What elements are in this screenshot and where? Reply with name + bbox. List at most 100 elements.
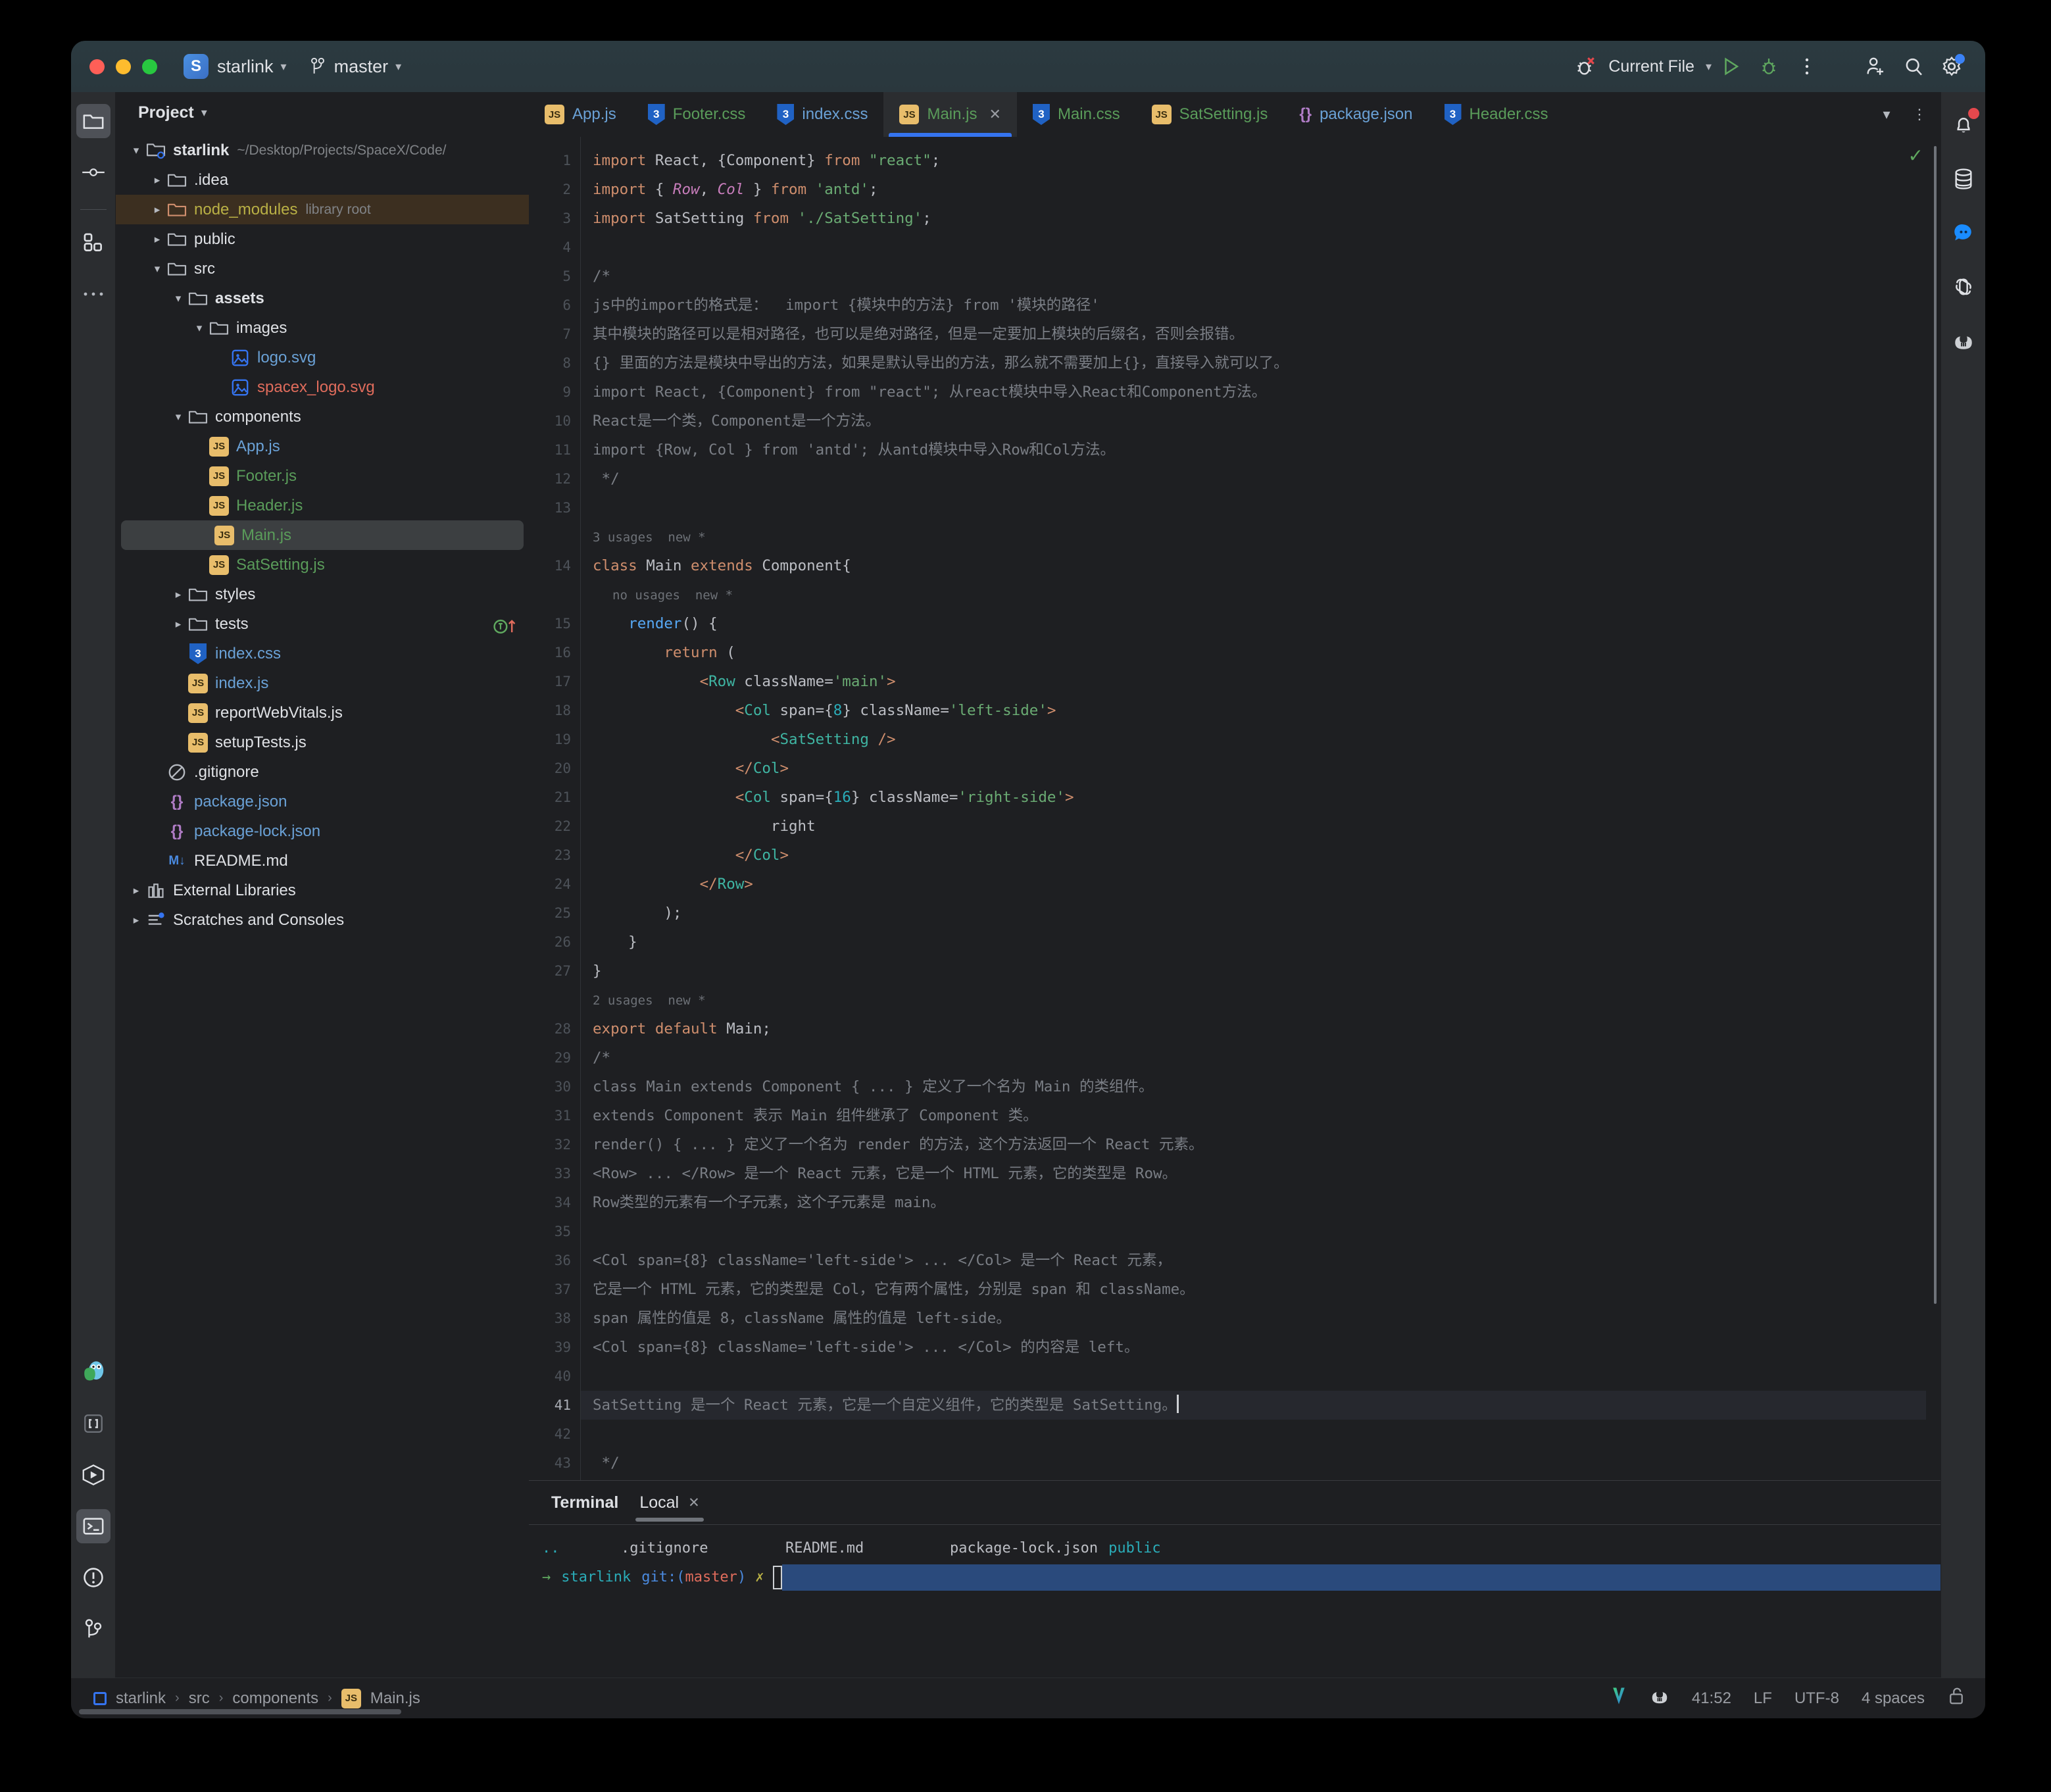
copilot-icon[interactable] — [1945, 322, 1982, 359]
chevron-down-icon[interactable]: ▾ — [1872, 100, 1901, 129]
tree-item-package-lock-json[interactable]: {}package-lock.json — [116, 816, 529, 846]
code-line[interactable]: export default Main; — [593, 1014, 1926, 1043]
tree-item-setuptests-js[interactable]: JSsetupTests.js — [116, 728, 529, 757]
tree-item-satsetting-js[interactable]: JSSatSetting.js — [116, 550, 529, 580]
code-line[interactable]: } — [593, 928, 1926, 957]
editor-tab-footer-css[interactable]: 3Footer.css — [632, 92, 762, 137]
tree-item-idea[interactable]: ▸.idea — [116, 165, 529, 195]
code-line[interactable]: <Col span={8} className='left-side'> — [593, 696, 1926, 725]
tree-item-gitignore[interactable]: .gitignore — [116, 757, 529, 787]
tree-item-footer-js[interactable]: JSFooter.js — [116, 461, 529, 491]
code-line[interactable]: /* — [593, 262, 1926, 291]
code-line[interactable]: span 属性的值是 8，className 属性的值是 left-side。 — [593, 1304, 1926, 1333]
minimize-window-button[interactable] — [116, 59, 131, 74]
breadcrumb[interactable]: starlink › src › components › JS Main.js — [93, 1689, 420, 1708]
close-icon[interactable]: ✕ — [989, 106, 1001, 123]
chevron-down-icon[interactable]: ▾ — [170, 411, 187, 424]
code-line[interactable] — [593, 1362, 1926, 1391]
run-gutter-icon[interactable] — [492, 615, 522, 632]
add-user-icon[interactable] — [1856, 47, 1894, 86]
code-line[interactable]: <SatSetting /> — [593, 725, 1926, 754]
copilot-icon[interactable] — [1650, 1687, 1669, 1709]
run-panel-icon[interactable] — [76, 1458, 111, 1492]
code-line[interactable]: class Main extends Component{ — [593, 551, 1926, 580]
breadcrumb-item-components[interactable]: components — [232, 1689, 318, 1708]
chevron-right-icon[interactable]: ▸ — [149, 174, 166, 187]
code-line[interactable]: render() { — [593, 609, 1926, 638]
brackets-icon[interactable] — [76, 1406, 111, 1441]
tree-item-styles[interactable]: ▸styles — [116, 580, 529, 609]
code-line[interactable] — [593, 1420, 1926, 1449]
code-line[interactable]: </Col> — [593, 754, 1926, 783]
project-icon[interactable] — [76, 104, 111, 138]
tree-item-reportwebvitals-js[interactable]: JSreportWebVitals.js — [116, 698, 529, 728]
debug-icon[interactable] — [1750, 47, 1788, 86]
database-icon[interactable] — [1945, 161, 1982, 197]
tree-item-src[interactable]: ▾src — [116, 254, 529, 284]
code-line[interactable]: import React, {Component} from "react"; … — [593, 378, 1926, 407]
code-line[interactable]: <Col span={8} className='left-side'> ...… — [593, 1246, 1926, 1275]
tree-item-logo-svg[interactable]: logo.svg — [116, 343, 529, 372]
chevron-right-icon[interactable]: ▸ — [128, 884, 145, 897]
code-line[interactable]: <Row> ... </Row> 是一个 React 元素，它是一个 HTML … — [593, 1159, 1926, 1188]
code-line[interactable]: extends Component 表示 Main 组件继承了 Componen… — [593, 1101, 1926, 1130]
tree-item-app-js[interactable]: JSApp.js — [116, 432, 529, 461]
debug-error-icon[interactable] — [1566, 47, 1604, 86]
code-line[interactable]: <Col span={8} className='left-side'> ...… — [593, 1333, 1926, 1362]
project-tree[interactable]: ▾starlink~/Desktop/Projects/SpaceX/Code/… — [116, 133, 529, 1678]
vcs-icon[interactable] — [1610, 1686, 1627, 1710]
tree-item-public[interactable]: ▸public — [116, 224, 529, 254]
editor-tab-package-json[interactable]: {}package.json — [1283, 92, 1428, 137]
tree-item-spacex-logo-svg[interactable]: spacex_logo.svg — [116, 372, 529, 402]
inspection-ok-icon[interactable]: ✓ — [1908, 145, 1923, 166]
tree-item-external-libraries[interactable]: ▸External Libraries — [116, 876, 529, 905]
tree-item-tests[interactable]: ▸tests — [116, 609, 529, 639]
code-line[interactable]: 它是一个 HTML 元素，它的类型是 Col，它有两个属性，分别是 span 和… — [593, 1275, 1926, 1304]
tree-item-readme-md[interactable]: M↓README.md — [116, 846, 529, 876]
code-line[interactable]: */ — [593, 1449, 1926, 1478]
chevron-right-icon[interactable]: ▸ — [149, 203, 166, 216]
code-line[interactable]: render() { ... } 定义了一个名为 render 的方法，这个方法… — [593, 1130, 1926, 1159]
tree-item-scratches-and-consoles[interactable]: ▸Scratches and Consoles — [116, 905, 529, 935]
code-line[interactable]: js中的import的格式是： import {模块中的方法} from '模块… — [593, 291, 1926, 320]
mascot-icon[interactable] — [76, 1355, 111, 1389]
inlay-hint[interactable]: 2 usages new * — [593, 985, 1926, 1014]
maximize-window-button[interactable] — [142, 59, 157, 74]
editor-tab-header-css[interactable]: 3Header.css — [1429, 92, 1564, 137]
terminal-output[interactable]: .. .gitignore README.md package-lock.jso… — [529, 1524, 1940, 1678]
breadcrumb-item-src[interactable]: src — [189, 1689, 210, 1708]
chevron-right-icon[interactable]: ▸ — [170, 618, 187, 631]
chevron-right-icon[interactable]: ▸ — [128, 914, 145, 927]
tree-item-components[interactable]: ▾components — [116, 402, 529, 432]
inlay-hint[interactable]: no usages new * — [593, 580, 1926, 609]
inlay-hint[interactable]: 3 usages new * — [593, 522, 1926, 551]
project-panel-header[interactable]: Project ▾ — [116, 92, 529, 133]
commit-icon[interactable] — [76, 155, 111, 189]
code-line[interactable]: </Col> — [593, 841, 1926, 870]
file-encoding[interactable]: UTF-8 — [1794, 1689, 1839, 1708]
chevron-down-icon[interactable]: ▾ — [191, 322, 208, 335]
tree-item-starlink[interactable]: ▾starlink~/Desktop/Projects/SpaceX/Code/ — [116, 136, 529, 165]
chat-icon[interactable] — [1945, 214, 1982, 251]
tree-item-package-json[interactable]: {}package.json — [116, 787, 529, 816]
search-icon[interactable] — [1894, 47, 1933, 86]
code-line[interactable]: import { Row, Col } from 'antd'; — [593, 175, 1926, 204]
more-icon[interactable] — [76, 277, 111, 311]
line-separator[interactable]: LF — [1754, 1689, 1772, 1708]
branch-selector[interactable]: master ▾ — [309, 57, 402, 77]
git-branch-icon[interactable] — [76, 1612, 111, 1646]
chevron-right-icon[interactable]: ▸ — [170, 588, 187, 601]
tree-horizontal-scrollbar[interactable] — [79, 1709, 401, 1714]
code-line[interactable]: SatSetting 是一个 React 元素，它是一个自定义组件，它的类型是 … — [581, 1391, 1926, 1420]
chevron-right-icon[interactable]: ▸ — [149, 233, 166, 246]
code-line[interactable]: Row类型的元素有一个子元素，这个子元素是 main。 — [593, 1188, 1926, 1217]
tree-item-main-js[interactable]: JSMain.js — [121, 520, 524, 550]
run-config-label[interactable]: Current File — [1604, 57, 1698, 76]
tree-item-assets[interactable]: ▾assets — [116, 284, 529, 313]
code-line[interactable]: } — [593, 957, 1926, 985]
code-line[interactable] — [593, 1217, 1926, 1246]
notifications-icon[interactable] — [1945, 107, 1982, 143]
code-line[interactable]: */ — [593, 464, 1926, 493]
code-line[interactable]: {} 里面的方法是模块中导出的方法，如果是默认导出的方法，那么就不需要加上{}，… — [593, 349, 1926, 378]
more-vertical-icon[interactable] — [1788, 47, 1826, 86]
